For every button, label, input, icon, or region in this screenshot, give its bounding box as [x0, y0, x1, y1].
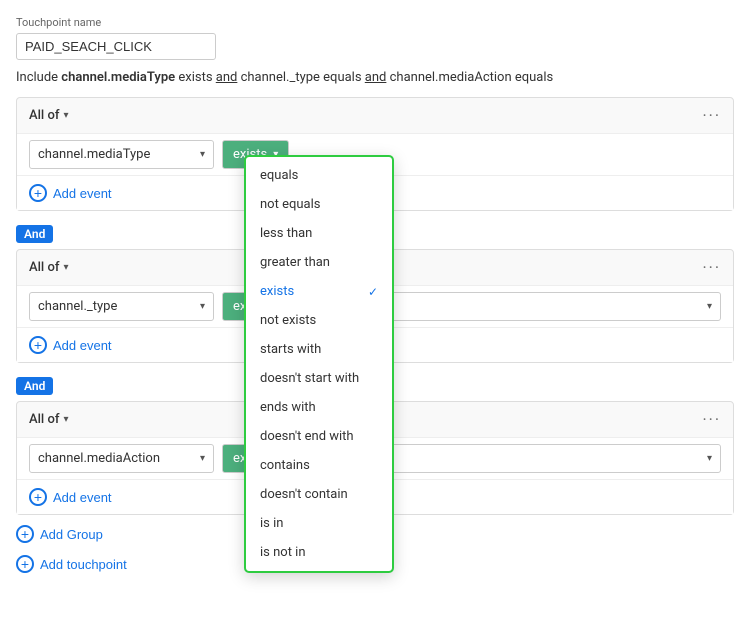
group-1-add-event-plus-icon: +: [29, 184, 47, 202]
group-1-field-label: channel.mediaType: [38, 147, 150, 162]
group-2-all-of-label: All of: [29, 260, 59, 275]
add-group-plus-icon: +: [16, 525, 34, 543]
touchpoint-name-input[interactable]: [16, 33, 216, 60]
include-text: Include channel.mediaType exists and cha…: [16, 70, 734, 85]
group-1-add-event-label: Add event: [53, 186, 112, 201]
group-3-more-icon[interactable]: ···: [702, 410, 721, 429]
add-touchpoint-plus-icon: +: [16, 555, 34, 573]
dropdown-item-starts-with[interactable]: starts with: [246, 335, 392, 364]
add-touchpoint-label: Add touchpoint: [40, 557, 127, 572]
dropdown-item-not-exists-label: not exists: [260, 313, 316, 328]
dropdown-item-doesnt-end-with[interactable]: doesn't end with: [246, 422, 392, 451]
group-2-value-arrow: ▾: [707, 301, 712, 312]
dropdown-item-contains[interactable]: contains: [246, 451, 392, 480]
group-2-field-arrow: ▾: [200, 301, 205, 312]
group-1-header: All of ▾ ···: [17, 98, 733, 133]
group-2-chevron-icon: ▾: [63, 262, 68, 273]
dropdown-item-equals[interactable]: equals: [246, 161, 392, 190]
group-2-field-label: channel._type: [38, 299, 117, 314]
dropdown-item-exists-tick: ✓: [368, 285, 378, 299]
dropdown-item-starts-with-label: starts with: [260, 342, 321, 357]
dropdown-item-doesnt-start-with[interactable]: doesn't start with: [246, 364, 392, 393]
dropdown-item-is-not-in[interactable]: is not in: [246, 538, 392, 567]
group-1-all-of-label: All of: [29, 108, 59, 123]
dropdown-item-equals-label: equals: [260, 168, 298, 183]
group-2-all-of[interactable]: All of ▾: [29, 260, 68, 275]
dropdown-item-not-equals[interactable]: not equals: [246, 190, 392, 219]
group-2-add-event-button[interactable]: + Add event: [29, 336, 112, 354]
page-container: Touchpoint name Include channel.mediaTyp…: [0, 0, 750, 591]
group-3-field-label: channel.mediaAction: [38, 451, 160, 466]
dropdown-item-doesnt-contain[interactable]: doesn't contain: [246, 480, 392, 509]
group-1-all-of[interactable]: All of ▾: [29, 108, 68, 123]
dropdown-item-greater-than[interactable]: greater than: [246, 248, 392, 277]
dropdown-item-doesnt-start-with-label: doesn't start with: [260, 371, 359, 386]
add-group-label: Add Group: [40, 527, 103, 542]
group-2-more-icon[interactable]: ···: [702, 258, 721, 277]
dropdown-item-is-not-in-label: is not in: [260, 545, 306, 560]
group-3-add-event-plus-icon: +: [29, 488, 47, 506]
group-2-field-select[interactable]: channel._type ▾: [29, 292, 214, 321]
dropdown-item-is-in[interactable]: is in: [246, 509, 392, 538]
group-3-all-of[interactable]: All of ▾: [29, 412, 68, 427]
group-3-field-arrow: ▾: [200, 453, 205, 464]
include-and2: and: [365, 70, 387, 85]
dropdown-item-ends-with-label: ends with: [260, 400, 316, 415]
group-3-chevron-icon: ▾: [63, 414, 68, 425]
dropdown-item-greater-than-label: greater than: [260, 255, 330, 270]
dropdown-item-ends-with[interactable]: ends with: [246, 393, 392, 422]
dropdown-item-not-equals-label: not equals: [260, 197, 320, 212]
dropdown-item-less-than[interactable]: less than: [246, 219, 392, 248]
dropdown-item-exists[interactable]: exists ✓: [246, 277, 392, 306]
group-3-add-event-label: Add event: [53, 490, 112, 505]
and-badge-2-label: And: [16, 377, 53, 395]
group-1-field-arrow: ▾: [200, 149, 205, 160]
group-1-field-select[interactable]: channel.mediaType ▾: [29, 140, 214, 169]
dropdown-item-not-exists[interactable]: not exists: [246, 306, 392, 335]
group-3-all-of-label: All of: [29, 412, 59, 427]
operator-dropdown: equals not equals less than greater than…: [244, 155, 394, 573]
dropdown-item-contains-label: contains: [260, 458, 310, 473]
dropdown-item-exists-label: exists: [260, 284, 294, 299]
dropdown-item-is-in-label: is in: [260, 516, 283, 531]
group-3-add-event-button[interactable]: + Add event: [29, 488, 112, 506]
dropdown-item-less-than-label: less than: [260, 226, 312, 241]
include-channel-media: channel.mediaType: [61, 70, 175, 85]
dropdown-item-doesnt-contain-label: doesn't contain: [260, 487, 348, 502]
dropdown-item-doesnt-end-with-label: doesn't end with: [260, 429, 354, 444]
and-badge-1-label: And: [16, 225, 53, 243]
include-and1: and: [216, 70, 238, 85]
group-3-value-arrow: ▾: [707, 453, 712, 464]
group-1-add-event-button[interactable]: + Add event: [29, 184, 112, 202]
touchpoint-name-label: Touchpoint name: [16, 16, 734, 29]
group-1-chevron-icon: ▾: [63, 110, 68, 121]
group-2-add-event-plus-icon: +: [29, 336, 47, 354]
group-3-field-select[interactable]: channel.mediaAction ▾: [29, 444, 214, 473]
group-1-more-icon[interactable]: ···: [702, 106, 721, 125]
group-2-add-event-label: Add event: [53, 338, 112, 353]
